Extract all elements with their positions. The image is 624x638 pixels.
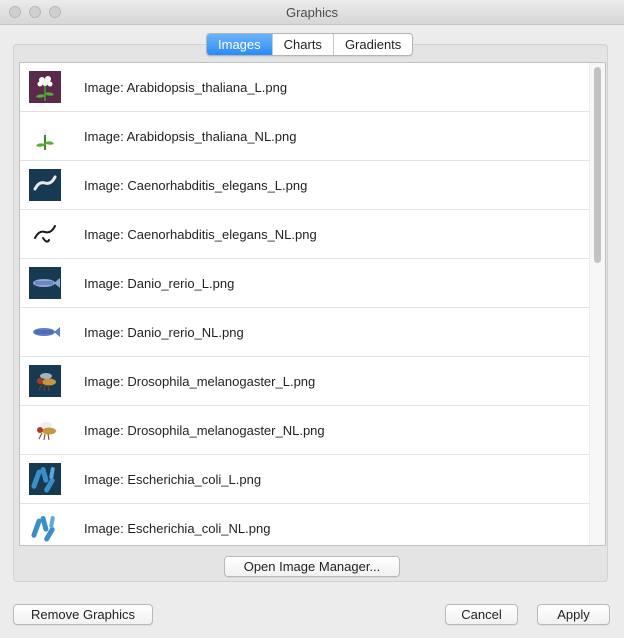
list-item-label: Image: Caenorhabditis_elegans_NL.png: [84, 227, 317, 242]
list-item[interactable]: Image: Caenorhabditis_elegans_L.png: [20, 161, 590, 210]
title-bar: Graphics: [0, 0, 624, 25]
list-item[interactable]: Image: Drosophila_melanogaster_NL.png: [20, 406, 590, 455]
apply-button[interactable]: Apply: [537, 604, 610, 625]
window-title: Graphics: [285, 5, 339, 20]
list-item-label: Image: Danio_rerio_NL.png: [84, 325, 244, 340]
list-item-label: Image: Arabidopsis_thaliana_L.png: [84, 80, 288, 95]
list-scrollbar[interactable]: [589, 63, 605, 545]
bacteria-icon: [29, 463, 61, 495]
tab-gradients[interactable]: Gradients: [332, 34, 412, 55]
list-item[interactable]: Image: Arabidopsis_thaliana_L.png: [20, 63, 590, 112]
bacteria-icon: [29, 512, 61, 544]
fish-icon: [29, 267, 61, 299]
list-item[interactable]: Image: Escherichia_coli_NL.png: [20, 504, 590, 545]
tab-charts[interactable]: Charts: [271, 34, 333, 55]
list-item[interactable]: Image: Arabidopsis_thaliana_NL.png: [20, 112, 590, 161]
scrollbar-thumb[interactable]: [594, 67, 601, 263]
arabidopsis-icon: [29, 71, 61, 103]
list-item-label: Image: Danio_rerio_L.png: [84, 276, 235, 291]
list-item-label: Image: Escherichia_coli_NL.png: [84, 521, 271, 536]
fly-icon: [29, 365, 61, 397]
list-item-label: Image: Escherichia_coli_L.png: [84, 472, 262, 487]
worm-icon: [29, 218, 61, 250]
list-item-label: Image: Drosophila_melanogaster_NL.png: [84, 423, 325, 438]
remove-graphics-button[interactable]: Remove Graphics: [13, 604, 153, 625]
list-item[interactable]: Image: Drosophila_melanogaster_L.png: [20, 357, 590, 406]
list-item[interactable]: Image: Caenorhabditis_elegans_NL.png: [20, 210, 590, 259]
list-item-label: Image: Caenorhabditis_elegans_L.png: [84, 178, 308, 193]
worm-icon: [29, 169, 61, 201]
fish-icon: [29, 316, 61, 348]
list-item[interactable]: Image: Escherichia_coli_L.png: [20, 455, 590, 504]
list-item[interactable]: Image: Danio_rerio_NL.png: [20, 308, 590, 357]
list-item[interactable]: Image: Danio_rerio_L.png: [20, 259, 590, 308]
list-item-label: Image: Arabidopsis_thaliana_NL.png: [84, 129, 297, 144]
cancel-button[interactable]: Cancel: [445, 604, 518, 625]
image-list[interactable]: Image: Escherichia_coli_NL.png Image: Es…: [19, 62, 606, 546]
open-image-manager-button[interactable]: Open Image Manager...: [224, 556, 400, 577]
arabidopsis-icon: [29, 120, 61, 152]
list-item-label: Image: Drosophila_melanogaster_L.png: [84, 374, 316, 389]
fly-icon: [29, 414, 61, 446]
tab-images[interactable]: Images: [207, 34, 272, 55]
tab-bar: Images Charts Gradients: [206, 33, 414, 56]
